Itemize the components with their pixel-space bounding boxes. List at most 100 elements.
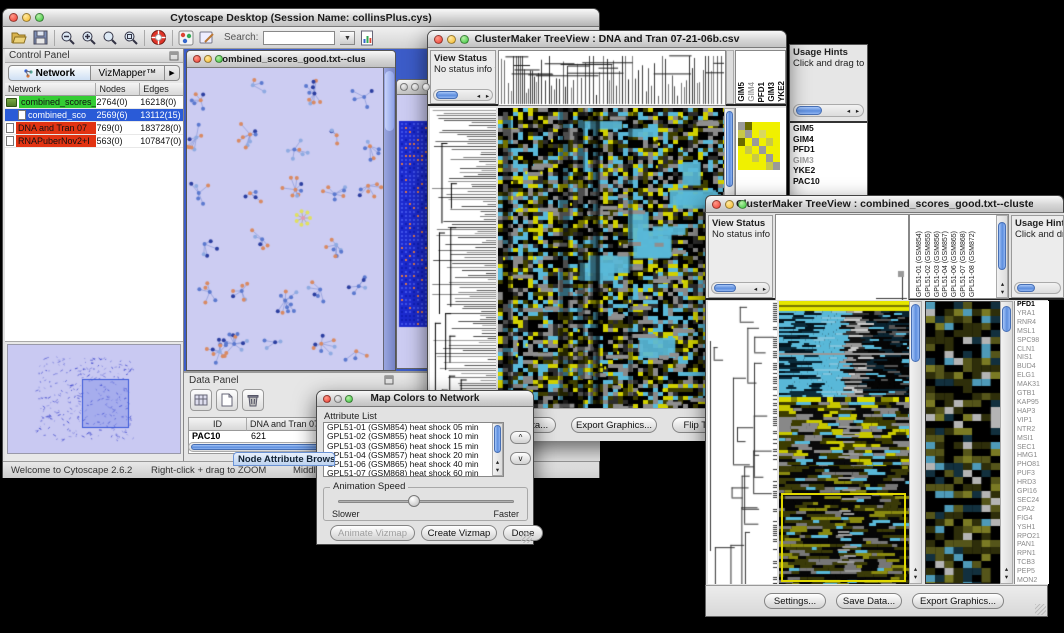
- resize-grip[interactable]: [1035, 604, 1046, 615]
- search-input[interactable]: [263, 31, 335, 45]
- scroll-thumb[interactable]: [385, 71, 394, 131]
- export-graphics-button[interactable]: Export Graphics...: [912, 593, 1004, 609]
- node-attribute-browser-tab[interactable]: Node Attribute Brows: [233, 452, 335, 466]
- zoom-window-icon[interactable]: [422, 83, 430, 91]
- zoom-out-icon[interactable]: [60, 30, 76, 46]
- network-scrollbar[interactable]: [383, 68, 395, 370]
- float-panel-icon[interactable]: [169, 51, 179, 61]
- save-data-button[interactable]: Save Data...: [836, 593, 902, 609]
- zoom-window-icon[interactable]: [738, 200, 747, 209]
- treeview-c-titlebar[interactable]: ClusterMaker TreeView : combined_scores_…: [705, 195, 1064, 213]
- close-icon[interactable]: [323, 395, 331, 403]
- minimize-icon[interactable]: [411, 83, 419, 91]
- expression-heatmap-canvas[interactable]: [498, 108, 724, 408]
- delete-attribute-button[interactable]: [242, 389, 264, 411]
- network-row-rnapuber[interactable]: RNAPuberNov2+I 563(0) 107847(0): [5, 135, 183, 148]
- array-label[interactable]: GPL51-03 (GSM856): [934, 231, 942, 297]
- similarity-mini-heatmap[interactable]: [738, 122, 780, 170]
- tabs-overflow-button[interactable]: ▶: [165, 65, 180, 81]
- divider-strip[interactable]: [726, 50, 734, 104]
- scroll-right-arrow[interactable]: ▸: [760, 286, 769, 293]
- zoom-window-icon[interactable]: [460, 35, 469, 44]
- annotation-icon[interactable]: [199, 30, 215, 46]
- move-down-button[interactable]: v: [510, 452, 531, 465]
- gene-label-list[interactable]: PFD1YRA1RNR4MSL1SPC98CLN1NIS1BUD4ELG1MAK…: [1014, 301, 1049, 584]
- minimize-icon[interactable]: [22, 13, 31, 22]
- scroll-down-arrow[interactable]: ▾: [1002, 574, 1011, 581]
- zoom-window-icon[interactable]: [35, 13, 44, 22]
- network-row-dna-tran[interactable]: DNA and Tran 07 769(0) 183728(0): [5, 122, 183, 135]
- labels-vscrollbar[interactable]: ▴ ▾: [996, 215, 1008, 298]
- scroll-right-arrow[interactable]: ▸: [853, 108, 862, 115]
- scroll-thumb[interactable]: [1002, 306, 1011, 332]
- speed-slider-thumb[interactable]: [408, 495, 420, 507]
- tab-vizmapper[interactable]: VizMapper™: [91, 65, 165, 81]
- vizmapper-icon[interactable]: [178, 30, 194, 46]
- close-icon[interactable]: [193, 55, 201, 63]
- table-header-id[interactable]: ID: [189, 418, 247, 431]
- gene-dendrogram-canvas[interactable]: [430, 108, 496, 408]
- expression-heatmap[interactable]: [779, 301, 909, 584]
- scroll-thumb[interactable]: [494, 425, 501, 453]
- minimize-icon[interactable]: [334, 395, 342, 403]
- main-titlebar[interactable]: Cytoscape Desktop (Session Name: collins…: [3, 9, 599, 27]
- save-icon[interactable]: [33, 30, 49, 45]
- scroll-left-arrow[interactable]: ◂: [751, 286, 760, 293]
- view-status-scrollbar[interactable]: ◂ ▸: [433, 89, 493, 101]
- zoom-window-icon[interactable]: [345, 395, 353, 403]
- report-icon[interactable]: [360, 30, 375, 46]
- scroll-thumb[interactable]: [714, 284, 736, 292]
- network-row-combined-sco-selected[interactable]: combined_sco 2569(6) 13112(15): [5, 109, 183, 122]
- settings-button[interactable]: Settings...: [764, 593, 826, 609]
- column-dendrogram-canvas[interactable]: [775, 214, 909, 301]
- scroll-thumb[interactable]: [1017, 284, 1035, 292]
- export-graphics-button[interactable]: Export Graphics...: [571, 417, 657, 433]
- array-label[interactable]: GPL51-08 (GSM872): [969, 231, 977, 297]
- frame1-titlebar[interactable]: combined_scores_good.txt--cluste...: [187, 51, 395, 68]
- zoom-window-icon[interactable]: [215, 55, 223, 63]
- minimize-icon[interactable]: [204, 55, 212, 63]
- minimize-icon[interactable]: [725, 200, 734, 209]
- tab-network[interactable]: Network: [8, 65, 91, 81]
- usage-scrollbar[interactable]: [1014, 282, 1061, 294]
- scroll-thumb[interactable]: [998, 222, 1006, 270]
- scroll-down-arrow[interactable]: ▾: [998, 289, 1007, 296]
- attribute-list-scrollbar[interactable]: ▴ ▾: [492, 423, 503, 476]
- scroll-left-arrow[interactable]: ◂: [844, 108, 853, 115]
- scroll-thumb[interactable]: [726, 111, 733, 187]
- zoom-vscrollbar[interactable]: ▴ ▾: [1000, 301, 1013, 584]
- select-attributes-button[interactable]: [190, 389, 212, 411]
- animate-vizmap-button[interactable]: Animate Vizmap: [330, 525, 415, 541]
- array-label[interactable]: GPL51-07 (GSM868): [960, 231, 968, 297]
- network-view-canvas[interactable]: [187, 68, 383, 370]
- gene-label-list[interactable]: GIM5GIM4PFD1GIM3YKE2PAC10: [790, 121, 867, 196]
- dialog-titlebar[interactable]: Map Colors to Network: [317, 391, 533, 407]
- scroll-down-arrow[interactable]: ▾: [493, 467, 502, 474]
- move-up-button[interactable]: ^: [510, 431, 531, 444]
- array-label[interactable]: GPL51-02 (GSM855): [925, 231, 933, 297]
- minimize-icon[interactable]: [447, 35, 456, 44]
- create-vizmap-button[interactable]: Create Vizmap: [421, 525, 497, 541]
- gene-dendrogram-canvas[interactable]: [708, 301, 777, 584]
- array-label[interactable]: GPL51-06 (GSM865): [951, 231, 959, 297]
- scroll-up-arrow[interactable]: ▴: [1002, 566, 1011, 573]
- scroll-left-arrow[interactable]: ◂: [474, 93, 483, 100]
- scroll-thumb[interactable]: [911, 304, 920, 362]
- birdseye-view-canvas[interactable]: [7, 344, 181, 454]
- scroll-up-arrow[interactable]: ▴: [998, 281, 1007, 288]
- new-attribute-button[interactable]: [216, 389, 238, 411]
- open-folder-icon[interactable]: [11, 30, 28, 45]
- close-icon[interactable]: [9, 13, 18, 22]
- scroll-thumb[interactable]: [436, 91, 458, 99]
- attribute-item[interactable]: GPL51-07 (GSM868) heat shock 60 min: [324, 469, 503, 477]
- scroll-thumb[interactable]: [796, 106, 822, 115]
- close-icon[interactable]: [712, 200, 721, 209]
- zoom-fit-icon[interactable]: [123, 30, 139, 46]
- array-label-panel[interactable]: GIM5GIM4PFD1GIM3YKE2PAC10: [735, 50, 786, 104]
- zoomed-heatmap-canvas[interactable]: [925, 301, 1001, 584]
- close-icon[interactable]: [400, 83, 408, 91]
- help-lifebuoy-icon[interactable]: [150, 29, 167, 46]
- array-label[interactable]: GPL51-01 (GSM854): [916, 231, 924, 297]
- zoom-in-icon[interactable]: [81, 30, 97, 46]
- treeview-a-titlebar[interactable]: ClusterMaker TreeView : DNA and Tran 07-…: [428, 31, 786, 48]
